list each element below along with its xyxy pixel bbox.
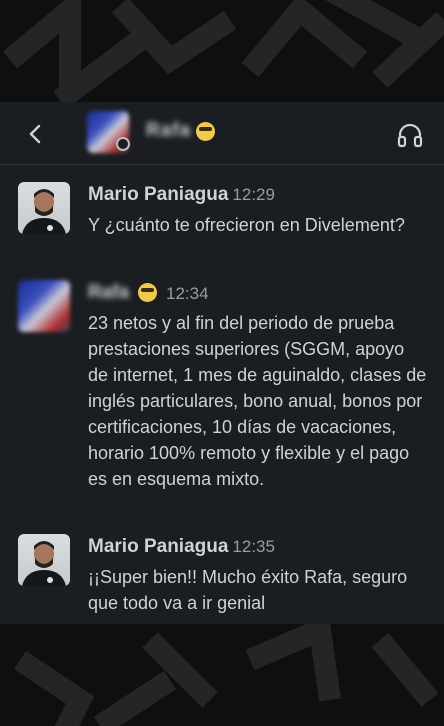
presence-indicator bbox=[116, 137, 130, 151]
message-author[interactable]: Rafa bbox=[88, 282, 129, 304]
message-item[interactable]: Mario Paniagua 12:29 Y ¿cuánto te ofrecie… bbox=[0, 180, 444, 270]
message-text: 23 netos y al fin del periodo de prueba … bbox=[88, 313, 427, 489]
message-author[interactable]: Mario Paniagua 12:35 bbox=[88, 536, 275, 558]
message-timestamp[interactable]: 12:29 bbox=[232, 185, 275, 204]
emoji-icon bbox=[196, 122, 215, 141]
message-timestamp[interactable]: 12:35 bbox=[232, 537, 275, 556]
headphones-icon[interactable] bbox=[395, 120, 425, 150]
emoji-icon bbox=[138, 283, 157, 302]
message-text: Y ¿cuánto te ofrecieron en Divelement? bbox=[88, 215, 405, 235]
message-text: ¡¡Super bien!! Mucho éxito Rafa, seguro … bbox=[88, 567, 408, 613]
message-item[interactable]: Rafa 12:34 23 netos y al fin del periodo… bbox=[0, 278, 444, 528]
avatar[interactable] bbox=[18, 280, 70, 332]
message-item[interactable]: Mario Paniagua 12:35 ¡¡Super bien!! Mucho… bbox=[0, 532, 444, 622]
message-author[interactable]: Mario Paniagua 12:29 bbox=[88, 184, 275, 206]
avatar[interactable] bbox=[18, 182, 70, 234]
chat-panel: Rafa Mario Paniagua 12:29 Y ¿cuánto te of… bbox=[0, 102, 444, 624]
message-timestamp[interactable]: 12:34 bbox=[166, 284, 209, 304]
avatar[interactable] bbox=[18, 534, 70, 586]
chat-header: Rafa bbox=[0, 102, 444, 165]
chevron-left-icon[interactable] bbox=[22, 120, 50, 148]
contact-name[interactable]: Rafa bbox=[146, 120, 191, 142]
